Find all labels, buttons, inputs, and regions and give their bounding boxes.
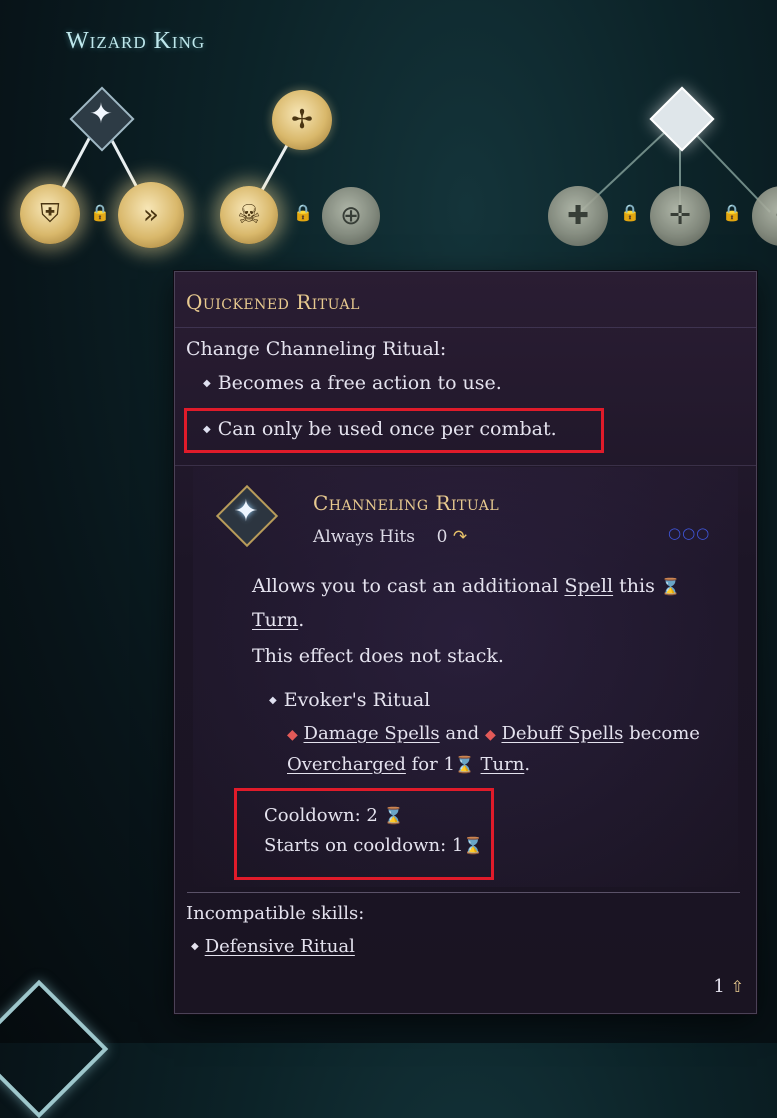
multi-heal-icon: ✛	[669, 201, 691, 231]
title-divider	[175, 327, 756, 328]
action-point-icon: ↷	[453, 527, 467, 547]
desc-text: this	[613, 575, 661, 597]
turn-link[interactable]: Turn	[252, 609, 298, 631]
hourglass-icon: ⌛	[455, 755, 475, 774]
skill-node-heal[interactable]: ✚	[548, 186, 608, 246]
desc-text: Allows you to cast an additional	[252, 575, 565, 597]
skill-tree-links	[0, 0, 777, 300]
spell-link[interactable]: Spell	[565, 575, 614, 597]
overcharged-link[interactable]: Overcharged	[287, 754, 406, 775]
skill-node-skull[interactable]: ☠	[220, 186, 278, 244]
desc-text: .	[298, 609, 304, 631]
hit-label: Always Hits	[313, 527, 415, 547]
footer-divider	[187, 892, 740, 893]
sub-text: become	[623, 723, 700, 744]
level-up-arrow-icon: ⇧	[731, 977, 744, 996]
action-cost: 0	[437, 527, 448, 547]
level-value: 1	[713, 976, 724, 997]
incompatible-item: ◆ Defensive Ritual	[191, 936, 355, 957]
ability-description-turn: Turn.	[252, 609, 304, 631]
skull-icon: ☠	[237, 200, 260, 230]
debuff-spells-link[interactable]: Debuff Spells	[501, 723, 623, 744]
bullet-free-action: Becomes a free action to use.	[203, 372, 502, 394]
sub-text: .	[524, 754, 530, 775]
damage-spell-icon: ◆	[287, 727, 298, 743]
skill-node-plus-circle[interactable]: ⊕	[322, 187, 380, 245]
ability-hit-cost: Always Hits 0 ↷	[313, 527, 467, 547]
sub-text: for 1	[406, 754, 455, 775]
star-icon: ✦	[82, 97, 120, 130]
bullet-icon: ◆	[191, 941, 199, 952]
ability-name: Channeling Ritual	[313, 491, 499, 515]
plus-circle-icon: ⊕	[340, 201, 362, 231]
debuff-spell-icon: ◆	[485, 727, 496, 743]
tooltip-intro: Change Channeling Ritual:	[186, 338, 446, 360]
lock-icon: 🔒	[722, 203, 738, 223]
lock-icon: 🔒	[293, 203, 309, 223]
skill-tooltip: Quickened Ritual Change Channeling Ritua…	[174, 271, 757, 1014]
incompatible-label: Incompatible skills:	[186, 903, 364, 924]
action-points-indicator: ○○○	[668, 524, 710, 542]
subeffect-line1: ◆ Damage Spells and ◆ Debuff Spells beco…	[287, 723, 700, 744]
hourglass-icon: ⌛	[661, 577, 681, 596]
defensive-ritual-link[interactable]: Defensive Ritual	[205, 936, 355, 957]
ability-description-line1: Allows you to cast an additional Spell t…	[252, 575, 681, 597]
skill-node-arrows[interactable]: »	[118, 182, 184, 248]
skill-level: 1 ⇧	[713, 976, 744, 997]
section-divider	[175, 465, 756, 466]
damage-spells-link[interactable]: Damage Spells	[304, 723, 440, 744]
subeffect-line2: Overcharged for 1⌛ Turn.	[287, 754, 530, 775]
lock-icon: 🔒	[620, 203, 636, 223]
highlight-box-once-per-combat	[184, 408, 604, 453]
tooltip-title: Quickened Ritual	[186, 290, 360, 314]
heal-cross-icon: ✚	[567, 201, 589, 231]
lock-icon: 🔒	[90, 203, 106, 223]
skill-node-multi-heal[interactable]: ✛	[650, 186, 710, 246]
sub-text: and	[440, 723, 485, 744]
turn-link[interactable]: Turn	[481, 754, 525, 775]
skill-node-shield[interactable]: ⛨	[20, 184, 80, 244]
trifold-icon: ✢	[291, 105, 313, 135]
skill-node-trifold[interactable]: ✢	[272, 90, 332, 150]
shield-icon: ⛨	[40, 199, 60, 230]
corner-ornament	[0, 980, 108, 1118]
arrows-icon: »	[143, 200, 159, 230]
highlight-box-cooldown	[234, 788, 494, 880]
channeling-ritual-icon: ✦	[219, 488, 273, 542]
subeffect-title: Evoker's Ritual	[269, 689, 430, 711]
ability-description-line2: This effect does not stack.	[252, 645, 504, 667]
